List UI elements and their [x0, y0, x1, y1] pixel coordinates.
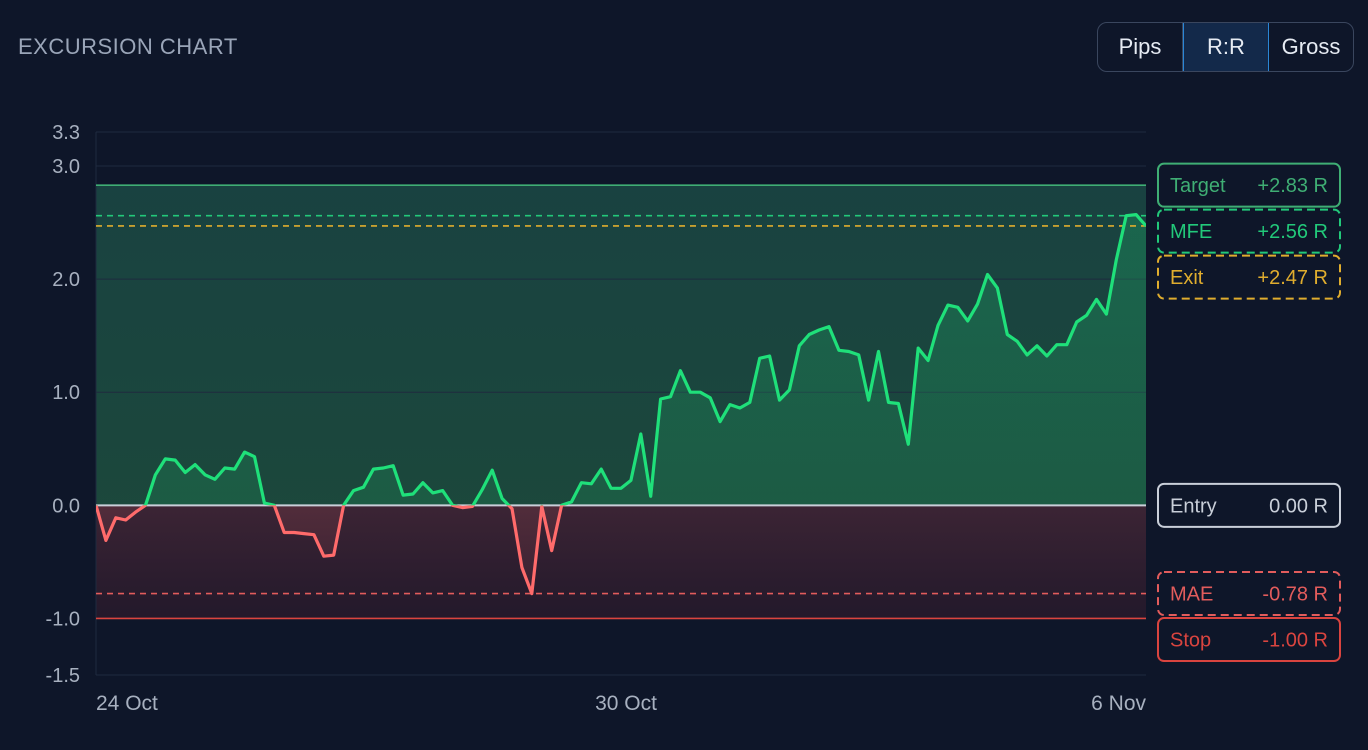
badge-value: -1.00 R	[1262, 630, 1328, 652]
badge-label: MAE	[1170, 584, 1213, 606]
loss-zone	[96, 505, 1146, 619]
badge-stop: Stop -1.00 R	[1157, 617, 1341, 663]
x-tick-label: 24 Oct	[96, 692, 158, 715]
badge-target: Target +2.83 R	[1157, 162, 1341, 208]
y-tick-label: 2.0	[52, 269, 80, 291]
x-tick-label: 6 Nov	[1091, 692, 1146, 715]
y-tick-label: 3.3	[52, 122, 80, 144]
excursion-chart: 3.3 3.0 2.0 1.0 0.0 -1.0 -1.5 24 Oct 30 Oct 6 No…	[46, 122, 1341, 715]
badge-value: 0.00 R	[1269, 495, 1328, 517]
badge-label: Exit	[1170, 267, 1204, 289]
badge-label: Stop	[1170, 630, 1211, 652]
badge-value: +2.83 R	[1257, 175, 1328, 197]
badge-label: Entry	[1170, 495, 1217, 517]
y-tick-label: 0.0	[52, 495, 80, 517]
y-tick-label: 1.0	[52, 382, 80, 404]
badge-exit: Exit +2.47 R	[1157, 254, 1341, 300]
y-tick-label: -1.5	[46, 665, 80, 687]
badge-entry: Entry 0.00 R	[1157, 482, 1341, 528]
x-tick-label: 30 Oct	[595, 692, 657, 715]
badge-mae: MAE -0.78 R	[1157, 571, 1341, 617]
badge-value: -0.78 R	[1262, 584, 1328, 606]
badge-mfe: MFE +2.56 R	[1157, 208, 1341, 254]
y-tick-label: -1.0	[46, 608, 80, 630]
badge-label: MFE	[1170, 221, 1212, 243]
badge-label: Target	[1170, 175, 1226, 197]
badge-value: +2.47 R	[1257, 267, 1328, 289]
badge-value: +2.56 R	[1257, 221, 1328, 243]
y-tick-label: 3.0	[52, 156, 80, 178]
